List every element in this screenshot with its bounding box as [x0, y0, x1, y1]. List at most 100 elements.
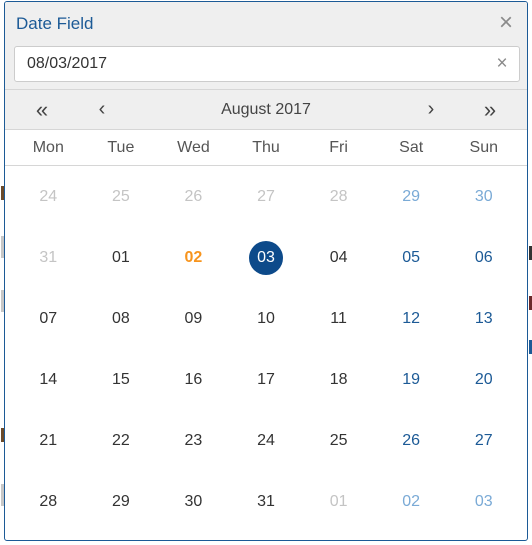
- clear-icon: ×: [496, 53, 508, 74]
- weekday-header: Mon Tue Wed Thu Fri Sat Sun: [5, 130, 527, 166]
- day-cell[interactable]: 22: [85, 410, 158, 471]
- day-number: 03: [474, 492, 493, 510]
- day-number: 31: [39, 248, 58, 266]
- week-row: 28 29 30 31 01 02 03: [12, 471, 520, 532]
- day-number: 19: [402, 370, 421, 388]
- date-input[interactable]: [15, 47, 475, 81]
- day-cell[interactable]: 28: [12, 471, 85, 532]
- day-cell[interactable]: 24: [230, 410, 303, 471]
- day-number: 27: [257, 187, 275, 205]
- day-cell[interactable]: 27: [230, 166, 303, 227]
- day-cell[interactable]: 18: [302, 349, 375, 410]
- day-number: 04: [329, 248, 348, 266]
- day-number: 16: [184, 370, 203, 388]
- day-number: 21: [39, 431, 58, 449]
- day-number: 25: [111, 187, 130, 205]
- day-cell[interactable]: 20: [447, 349, 520, 410]
- day-cell[interactable]: 04: [302, 227, 375, 288]
- weekday-label: Sun: [469, 139, 498, 156]
- day-cell[interactable]: 24: [12, 166, 85, 227]
- day-number: 30: [474, 187, 493, 205]
- day-number: 23: [184, 431, 203, 449]
- day-cell[interactable]: 06: [447, 227, 520, 288]
- weekday-label: Thu: [252, 139, 280, 156]
- day-cell[interactable]: 13: [447, 288, 520, 349]
- day-cell[interactable]: 30: [447, 166, 520, 227]
- day-number: 27: [474, 431, 493, 449]
- day-cell[interactable]: 08: [85, 288, 158, 349]
- day-number: 02: [402, 492, 421, 510]
- days-grid: 24 25 26 27 28 29 30 31 01 02 03 04 05 06 07 08 09 10 11 12…: [5, 166, 527, 532]
- day-cell[interactable]: 29: [375, 166, 448, 227]
- day-cell[interactable]: 26: [157, 166, 230, 227]
- day-number: 28: [329, 187, 348, 205]
- day-number: 12: [402, 309, 421, 327]
- week-row: 31 01 02 03 04 05 06: [12, 227, 520, 288]
- day-cell[interactable]: 28: [302, 166, 375, 227]
- previous-month-button[interactable]: ‹: [87, 90, 117, 129]
- day-number: 29: [111, 492, 130, 510]
- clear-button[interactable]: ×: [493, 51, 511, 77]
- day-number: 30: [184, 492, 203, 510]
- day-number: 09: [184, 309, 203, 327]
- day-cell[interactable]: 16: [157, 349, 230, 410]
- day-number: 01: [111, 248, 130, 266]
- previous-year-button[interactable]: «: [27, 90, 57, 129]
- day-number: 13: [474, 309, 493, 327]
- day-cell[interactable]: 10: [230, 288, 303, 349]
- weekday-label: Sat: [399, 139, 424, 156]
- day-cell-today[interactable]: 02: [157, 227, 230, 288]
- day-cell[interactable]: 01: [302, 471, 375, 532]
- day-number: 18: [329, 370, 348, 388]
- day-number: 26: [184, 187, 203, 205]
- week-row: 21 22 23 24 25 26 27: [12, 410, 520, 471]
- day-cell[interactable]: 31: [230, 471, 303, 532]
- day-cell[interactable]: 09: [157, 288, 230, 349]
- day-cell[interactable]: 27: [447, 410, 520, 471]
- day-cell[interactable]: 30: [157, 471, 230, 532]
- double-chevron-left-icon: «: [35, 97, 49, 122]
- day-number: 28: [39, 492, 58, 510]
- day-cell[interactable]: 11: [302, 288, 375, 349]
- day-cell[interactable]: 02: [375, 471, 448, 532]
- day-cell[interactable]: 15: [85, 349, 158, 410]
- day-cell[interactable]: 25: [85, 166, 158, 227]
- next-month-button[interactable]: ›: [416, 90, 446, 129]
- day-number: 07: [39, 309, 58, 327]
- day-cell[interactable]: 23: [157, 410, 230, 471]
- day-number: 11: [330, 309, 347, 327]
- day-cell[interactable]: 26: [375, 410, 448, 471]
- day-cell[interactable]: 12: [375, 288, 448, 349]
- chevron-left-icon: ‹: [98, 98, 106, 120]
- weekday-label: Wed: [177, 139, 210, 156]
- day-number: 17: [257, 370, 275, 388]
- day-cell[interactable]: 29: [85, 471, 158, 532]
- calendar-navigation: « ‹ August 2017 › »: [5, 90, 527, 130]
- day-cell[interactable]: 17: [230, 349, 303, 410]
- close-button[interactable]: ×: [495, 10, 517, 36]
- day-cell-selected[interactable]: 03: [230, 227, 303, 288]
- day-number: 08: [111, 309, 130, 327]
- day-number: 02: [184, 248, 203, 266]
- week-row: 07 08 09 10 11 12 13: [12, 288, 520, 349]
- day-number: 24: [257, 431, 275, 449]
- day-cell[interactable]: 03: [447, 471, 520, 532]
- day-number: 26: [402, 431, 421, 449]
- day-cell[interactable]: 31: [12, 227, 85, 288]
- day-cell[interactable]: 19: [375, 349, 448, 410]
- day-cell[interactable]: 07: [12, 288, 85, 349]
- next-year-button[interactable]: »: [475, 90, 505, 129]
- day-number: 03: [249, 240, 284, 275]
- day-number: 22: [111, 431, 130, 449]
- day-number: 05: [402, 248, 421, 266]
- day-cell[interactable]: 21: [12, 410, 85, 471]
- day-cell[interactable]: 01: [85, 227, 158, 288]
- chevron-right-icon: ›: [427, 98, 435, 120]
- day-number: 25: [329, 431, 348, 449]
- week-row: 24 25 26 27 28 29 30: [12, 166, 520, 227]
- day-cell[interactable]: 14: [12, 349, 85, 410]
- day-cell[interactable]: 25: [302, 410, 375, 471]
- day-cell[interactable]: 05: [375, 227, 448, 288]
- month-year-label[interactable]: August 2017: [166, 90, 366, 129]
- day-number: 24: [39, 187, 58, 205]
